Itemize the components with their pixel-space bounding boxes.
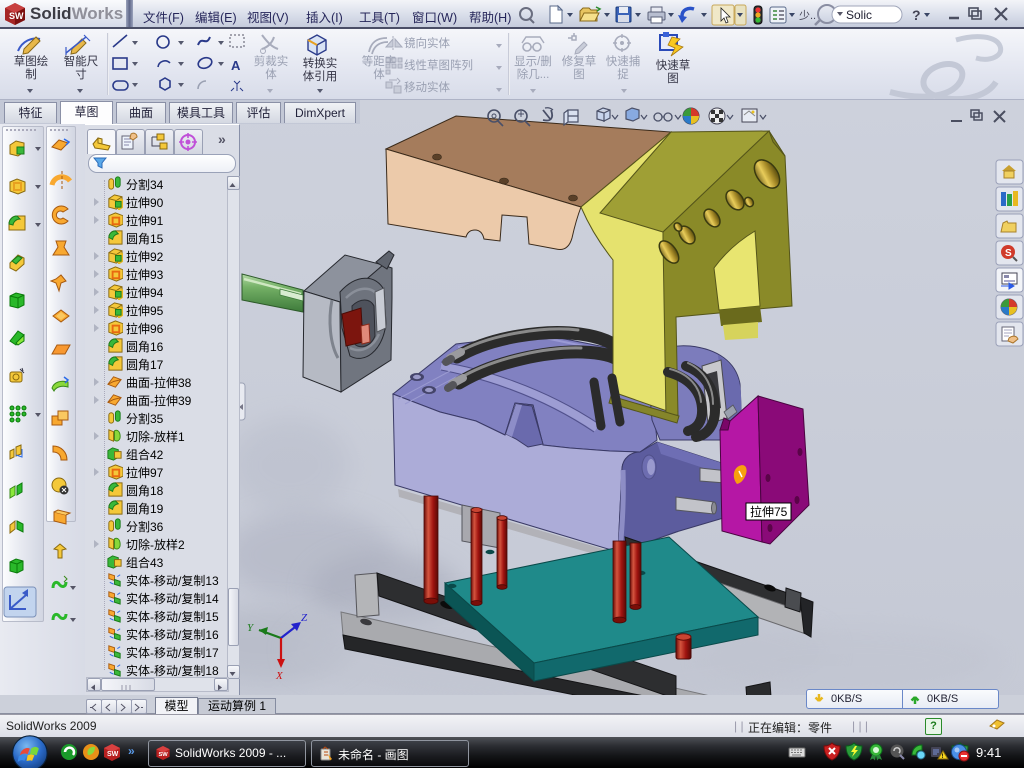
svg-text:!: ! <box>942 754 944 760</box>
svg-text:?: ? <box>912 7 921 23</box>
svg-text:SW: SW <box>158 752 168 758</box>
svg-text:拉伸75: 拉伸75 <box>750 504 788 519</box>
svg-text:»: » <box>128 744 135 758</box>
svg-text:S: S <box>1005 248 1012 259</box>
svg-text:少..: 少.. <box>799 9 816 22</box>
svg-text:Z: Z <box>301 612 308 624</box>
svg-text:Solic: Solic <box>846 8 872 22</box>
svg-text:SW: SW <box>107 751 119 758</box>
svg-text:X: X <box>275 670 284 682</box>
svg-text:A: A <box>231 58 241 73</box>
svg-text:SW: SW <box>9 11 24 21</box>
